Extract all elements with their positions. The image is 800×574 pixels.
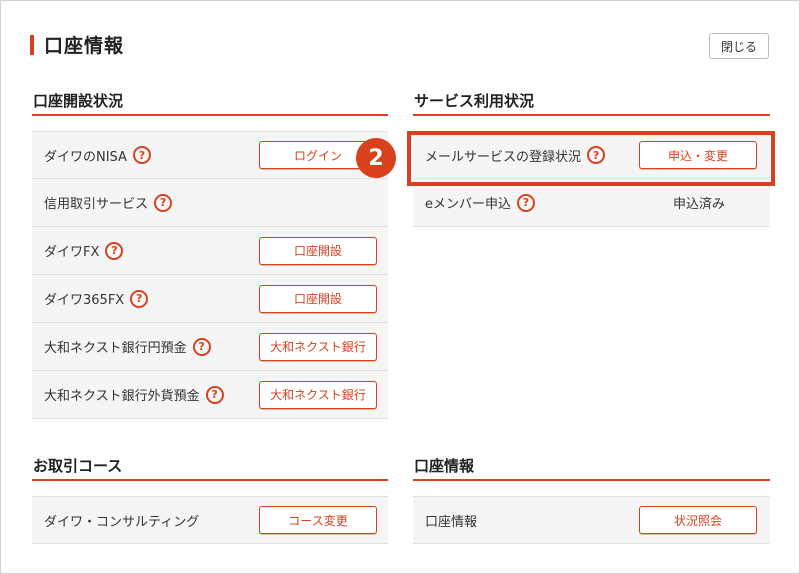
question-circle-icon[interactable]: ?: [130, 289, 149, 308]
callout-badge: 2: [356, 138, 396, 178]
row-foreign-deposit: 大和ネクスト銀行外貨預金? 大和ネクスト銀行: [32, 371, 388, 419]
next-bank-foreign-button[interactable]: 大和ネクスト銀行: [259, 380, 377, 409]
section-title: 口座開設状況: [32, 90, 388, 116]
account-info-section: 口座情報 口座情報 状況照会: [413, 455, 770, 544]
row-daiwa-365fx: ダイワ365FX? 口座開設: [32, 275, 388, 323]
row-label: 口座情報: [425, 514, 478, 530]
row-label: 信用取引サービス: [44, 197, 149, 212]
open-account-fx-button[interactable]: 口座開設: [259, 236, 377, 265]
row-yen-deposit: 大和ネクスト銀行円預金? 大和ネクスト銀行: [32, 323, 388, 371]
section-title: お取引コース: [32, 455, 388, 481]
row-label: ダイワのNISA: [44, 149, 127, 165]
row-e-member: eメンバー申込? 申込済み: [413, 179, 770, 227]
section-title: サービス利用状況: [413, 90, 770, 116]
title-accent-bar: [30, 35, 34, 55]
row-nisa: ダイワのNISA? ログイン: [32, 131, 388, 179]
row-label: ダイワ・コンサルティング: [44, 514, 200, 530]
row-account-info: 口座情報 状況照会: [413, 496, 770, 544]
row-label: 大和ネクスト銀行外貨預金: [44, 389, 200, 404]
page-title: 口座情報: [44, 35, 125, 57]
status-text: 申込済み: [673, 197, 726, 212]
trading-course-section: お取引コース ダイワ・コンサルティング コース変更: [32, 455, 388, 544]
row-label: ダイワ365FX: [44, 293, 125, 308]
next-bank-yen-button[interactable]: 大和ネクスト銀行: [259, 332, 377, 361]
question-circle-icon[interactable]: ?: [517, 193, 535, 212]
question-circle-icon[interactable]: ?: [105, 241, 124, 260]
row-label: eメンバー申込: [425, 197, 511, 212]
change-course-button[interactable]: コース変更: [259, 506, 377, 534]
question-circle-icon[interactable]: ?: [154, 193, 173, 212]
question-circle-icon[interactable]: ?: [192, 337, 211, 356]
highlight-box: [407, 131, 775, 186]
row-course: ダイワ・コンサルティング コース変更: [32, 496, 388, 544]
row-margin-trading: 信用取引サービス?: [32, 179, 388, 227]
status-inquiry-button[interactable]: 状況照会: [639, 506, 757, 534]
row-daiwa-fx: ダイワFX? 口座開設: [32, 227, 388, 275]
row-label: ダイワFX: [44, 245, 100, 260]
account-opening-section: 口座開設状況 ダイワのNISA? ログイン 信用取引サービス? ダイワFX? 口…: [32, 90, 388, 419]
row-label: 大和ネクスト銀行円預金: [44, 341, 187, 356]
section-title: 口座情報: [413, 455, 770, 481]
question-circle-icon[interactable]: ?: [205, 385, 224, 404]
question-circle-icon[interactable]: ?: [132, 146, 151, 164]
close-button[interactable]: 閉じる: [709, 33, 769, 59]
open-account-365fx-button[interactable]: 口座開設: [259, 284, 377, 313]
